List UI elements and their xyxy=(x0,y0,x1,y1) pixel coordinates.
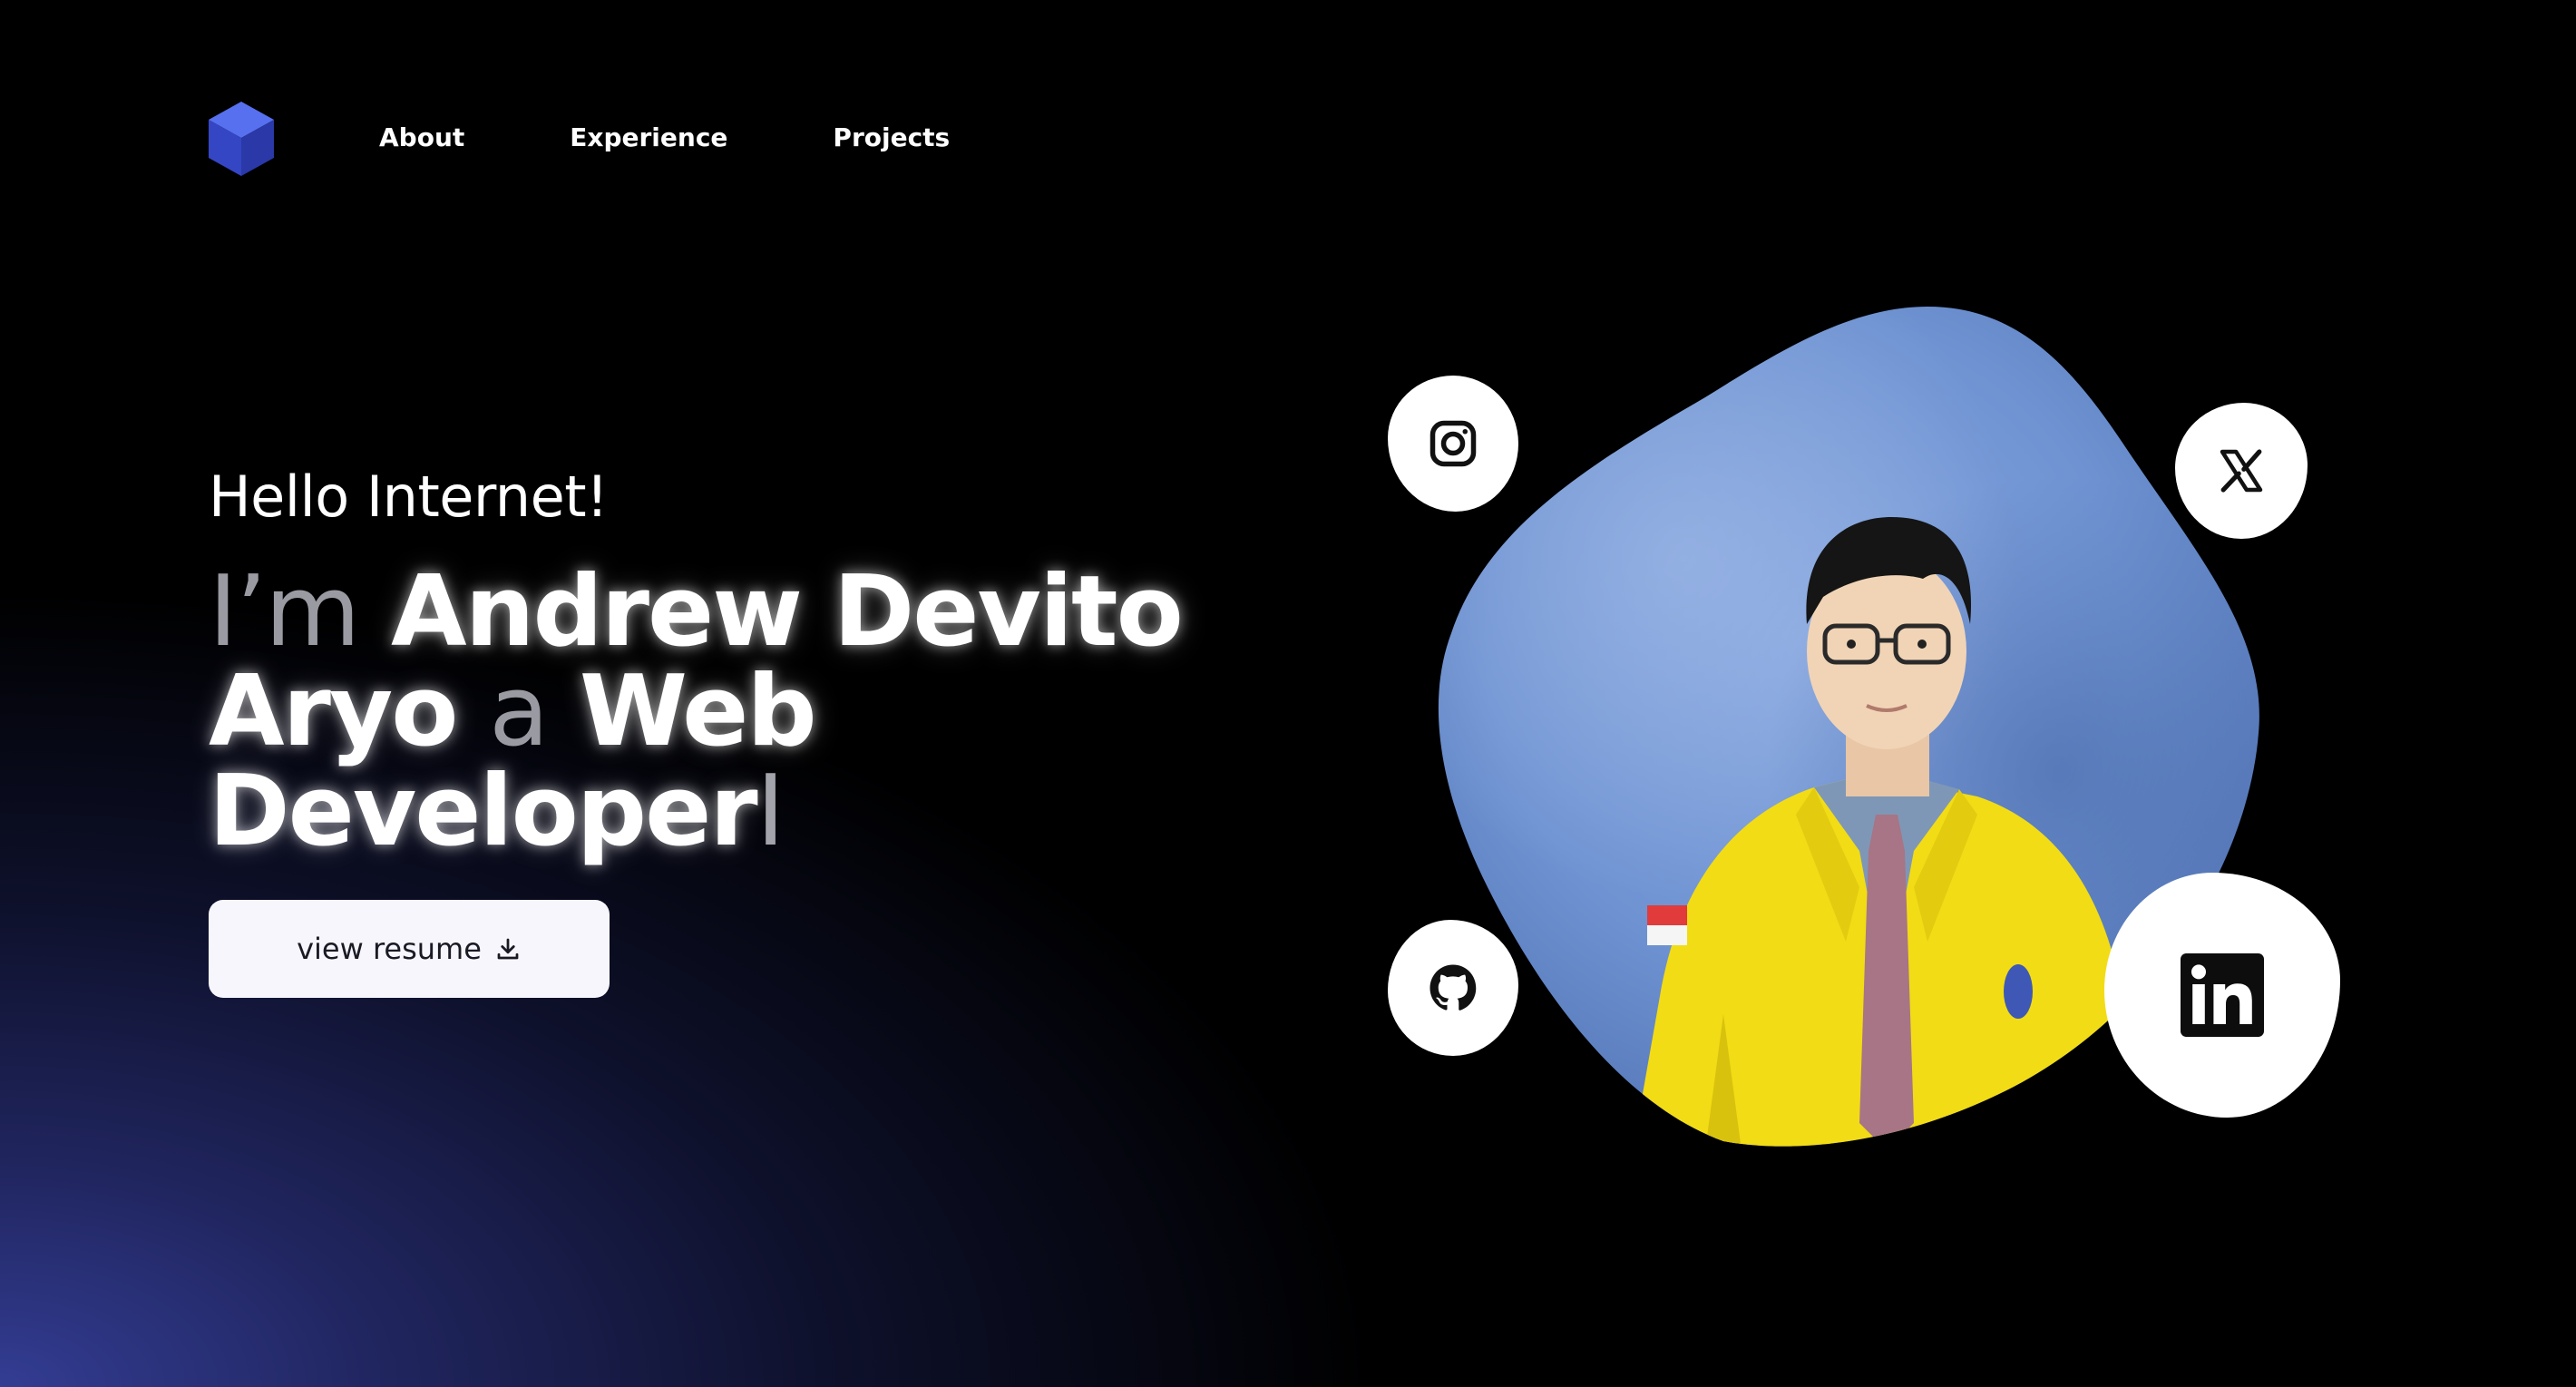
resume-button-label: view resume xyxy=(297,932,482,966)
nav-projects[interactable]: Projects xyxy=(833,120,950,156)
headline-role-last: Developer xyxy=(209,755,758,868)
main-nav: About Experience Projects xyxy=(379,120,950,156)
github-icon xyxy=(1429,964,1477,1011)
headline-prefix: I’m xyxy=(209,555,360,669)
github-button[interactable] xyxy=(1388,920,1518,1056)
typing-cursor: I xyxy=(756,755,785,868)
nav-about[interactable]: About xyxy=(379,120,464,156)
instagram-icon xyxy=(1429,420,1477,467)
hero-greeting: Hello Internet! xyxy=(209,464,609,530)
nav-experience[interactable]: Experience xyxy=(570,120,727,156)
hero-headline: I’m Andrew Devito Aryo a Web DeveloperI xyxy=(209,562,1206,862)
headline-connector: a xyxy=(489,655,549,768)
cube-logo-icon[interactable] xyxy=(207,100,276,178)
linkedin-icon xyxy=(2181,953,2264,1037)
view-resume-button[interactable]: view resume xyxy=(209,900,610,998)
headline-name-first: Andrew Devito xyxy=(391,555,1184,669)
x-button[interactable] xyxy=(2175,403,2308,539)
headline-role-first: Web xyxy=(579,655,817,768)
headline-name-last: Aryo xyxy=(209,655,458,768)
x-icon xyxy=(2220,449,2263,493)
instagram-button[interactable] xyxy=(1388,376,1518,512)
download-icon xyxy=(497,938,519,960)
